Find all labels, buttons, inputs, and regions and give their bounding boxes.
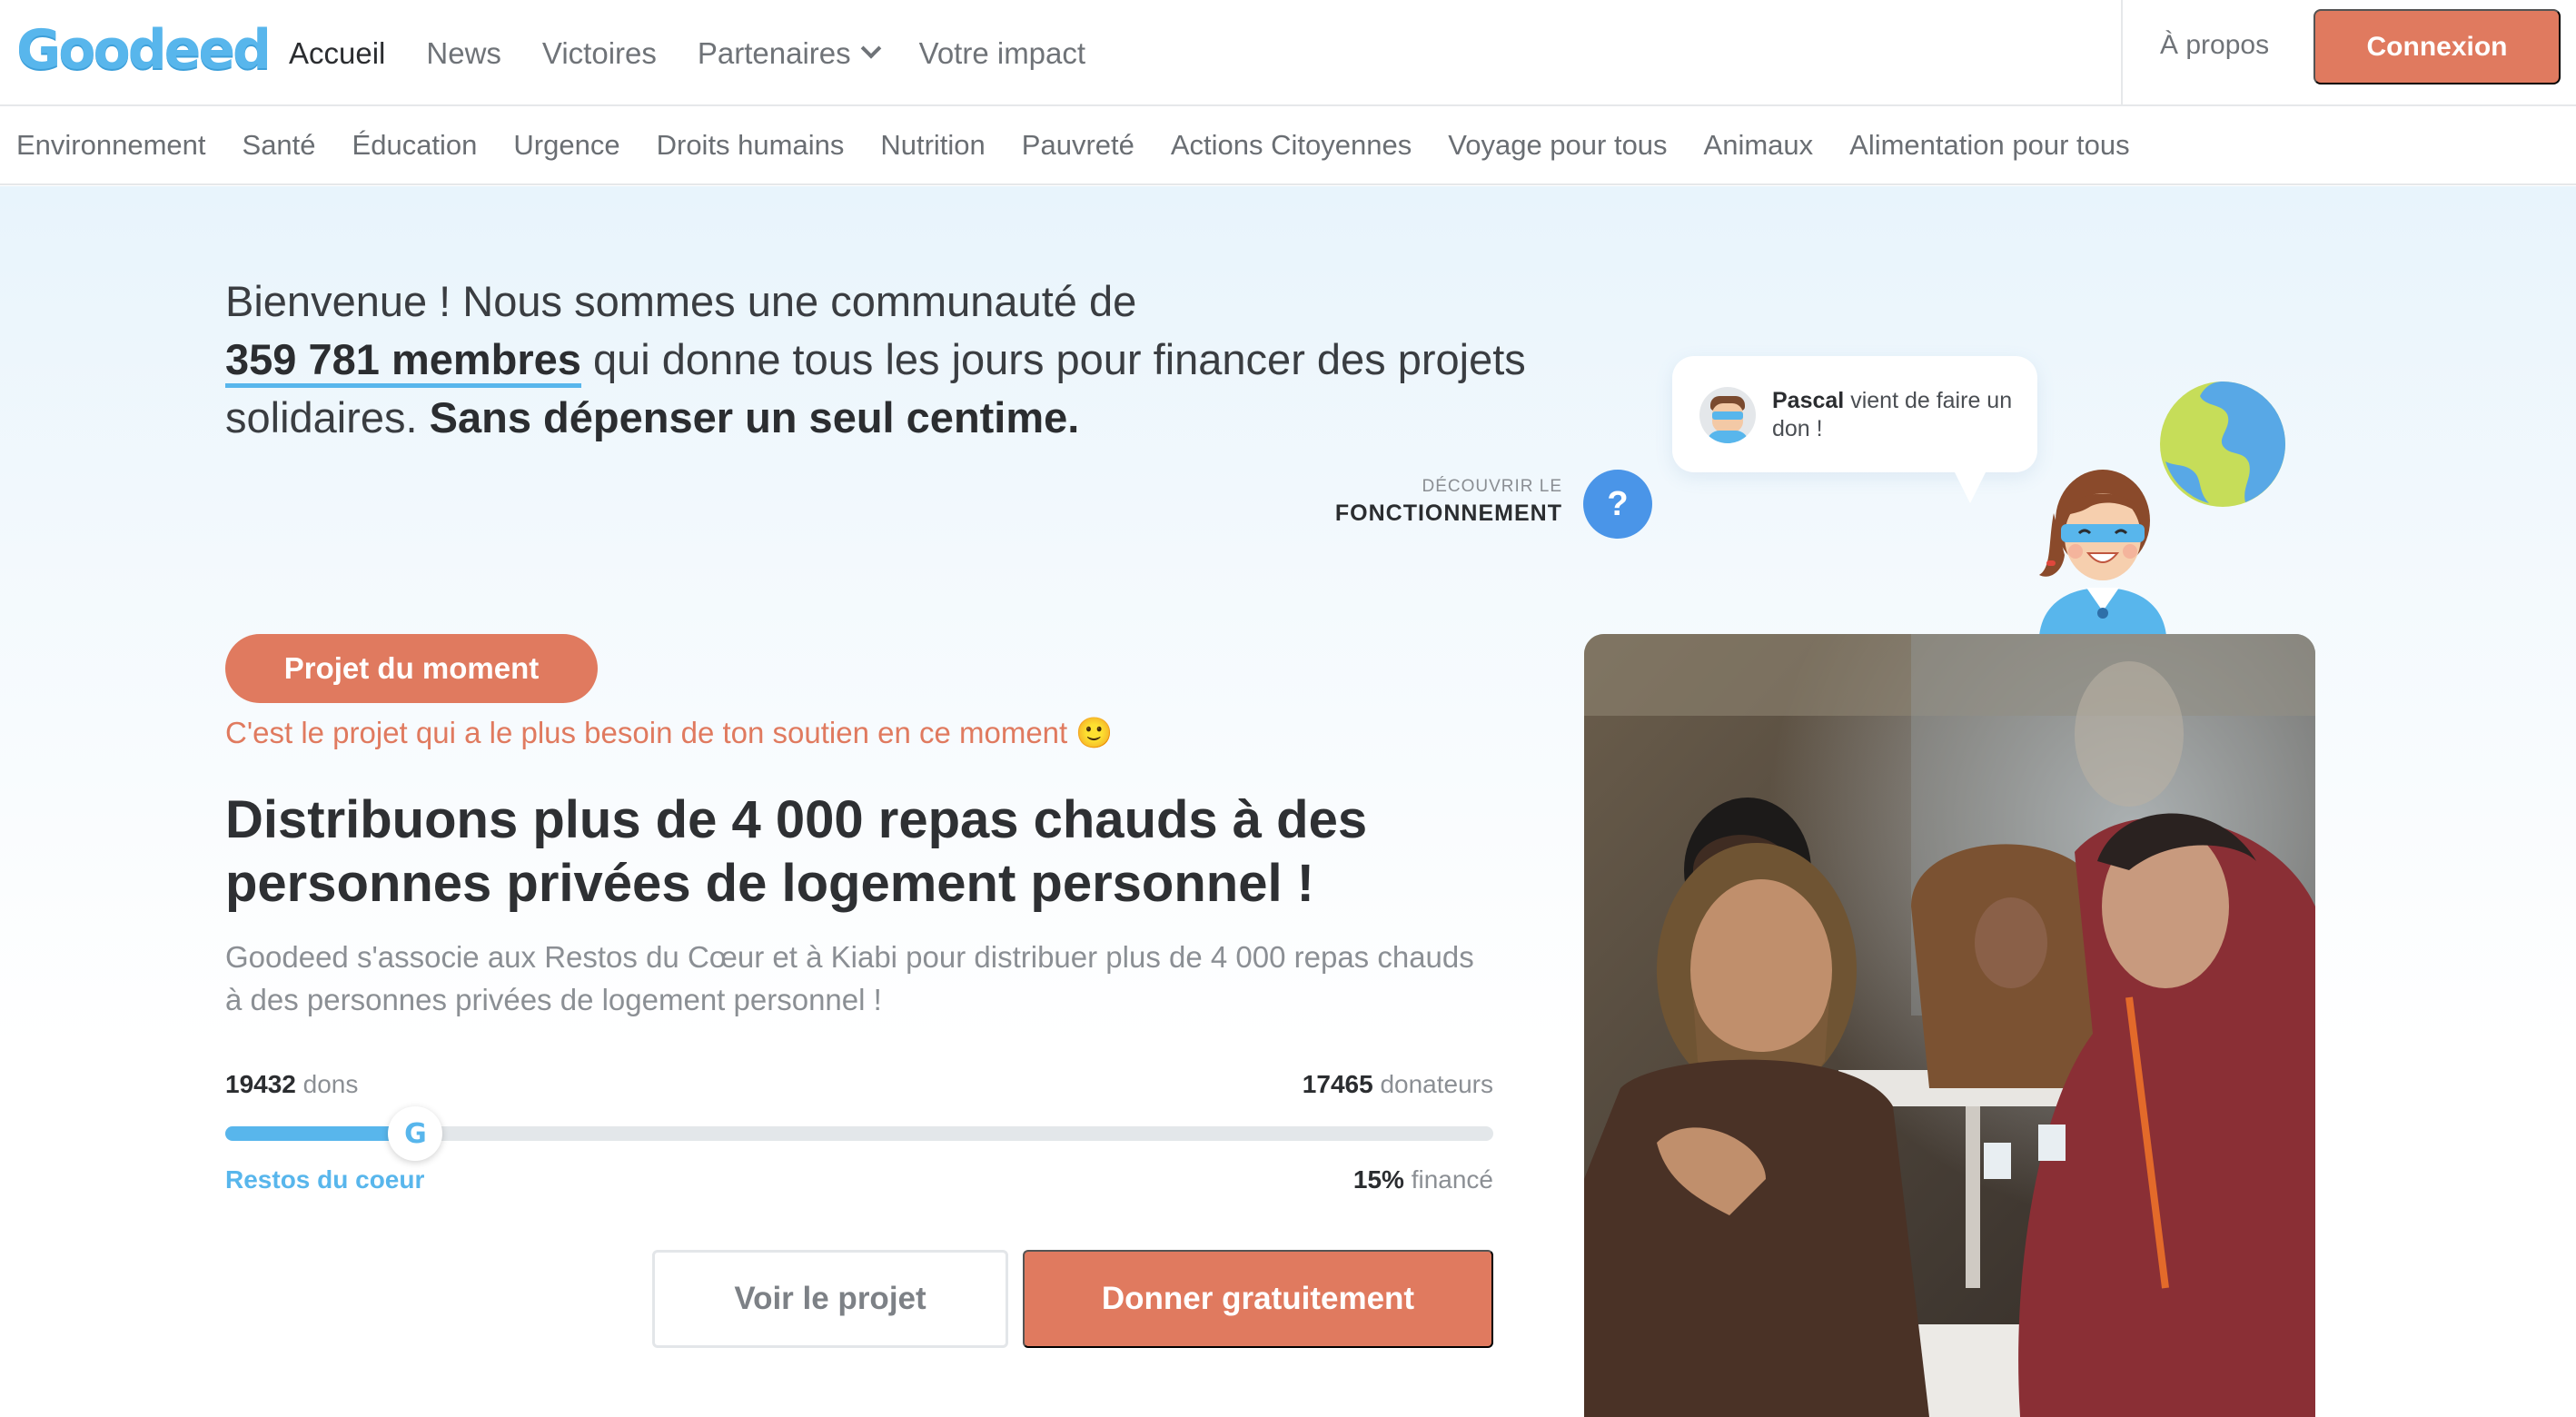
project-tagline: C'est le projet qui a le plus besoin de … <box>225 716 1114 749</box>
category-nutrition[interactable]: Nutrition <box>880 129 985 162</box>
project-title[interactable]: Distribuons plus de 4 000 repas chauds à… <box>225 788 1542 916</box>
nav-divider <box>2121 0 2123 106</box>
nav-victoires[interactable]: Victoires <box>542 36 657 71</box>
category-bar: Environnement Santé Éducation Urgence Dr… <box>0 106 2576 185</box>
nav-partenaires-label: Partenaires <box>697 35 851 70</box>
welcome-intro: Bienvenue ! Nous sommes une communauté d… <box>225 277 1137 325</box>
about-link[interactable]: À propos <box>2160 0 2269 91</box>
dons-stat: 19432 dons <box>225 1070 358 1099</box>
category-droits-humains[interactable]: Droits humains <box>657 129 845 162</box>
discover-link[interactable]: DÉCOUVRIR LE FONCTIONNEMENT <box>1308 477 1562 527</box>
login-button[interactable]: Connexion <box>2313 9 2561 84</box>
dons-count: 19432 <box>225 1070 296 1098</box>
welcome-text: Bienvenue ! Nous sommes une communauté d… <box>225 272 1542 447</box>
nav-accueil[interactable]: Accueil <box>289 36 385 71</box>
funding-progress-bar: G <box>225 1106 1493 1161</box>
funded-value: 15% <box>1352 1165 1404 1194</box>
category-voyage-pour-tous[interactable]: Voyage pour tous <box>1448 129 1667 162</box>
avatar <box>1699 387 1756 443</box>
donors-count: 17465 <box>1302 1070 1373 1098</box>
category-urgence[interactable]: Urgence <box>513 129 619 162</box>
welcome-bold: Sans dépenser un seul centime. <box>429 393 1080 441</box>
progress-fill <box>225 1126 416 1141</box>
help-icon[interactable]: ? <box>1583 470 1652 539</box>
category-animaux[interactable]: Animaux <box>1704 129 1814 162</box>
dons-label: dons <box>302 1070 359 1098</box>
notification-name: Pascal <box>1772 388 1845 413</box>
donation-notification: Pascal vient de faire un don ! <box>1672 356 2037 503</box>
chevron-down-icon <box>860 37 881 59</box>
funded-stat: 15% financé <box>1353 1165 1493 1194</box>
project-photo[interactable] <box>1584 634 2315 1417</box>
goodeed-logo[interactable]: Goodeed <box>16 18 272 82</box>
mascot-illustration <box>2039 470 2166 636</box>
main-nav: Accueil News Victoires Partenaires Votre… <box>289 0 1126 106</box>
donate-button[interactable]: Donner gratuitement <box>1023 1250 1493 1348</box>
partner-link[interactable]: Restos du coeur <box>225 1165 424 1194</box>
project-badge: Projet du moment <box>225 634 598 703</box>
project-stats: 19432 dons 17465 donateurs <box>225 1070 1493 1106</box>
nav-votre-impact[interactable]: Votre impact <box>919 36 1085 71</box>
donors-label: donateurs <box>1380 1070 1493 1098</box>
donors-stat: 17465 donateurs <box>1303 1070 1493 1099</box>
project-description: Goodeed s'associe aux Restos du Cœur et … <box>225 940 1474 1016</box>
category-sante[interactable]: Santé <box>243 129 316 162</box>
members-count: 359 781 membres <box>225 335 581 388</box>
discover-big: FONCTIONNEMENT <box>1334 500 1562 526</box>
nav-news[interactable]: News <box>426 36 501 71</box>
category-environnement[interactable]: Environnement <box>16 129 206 162</box>
partner-row: Restos du coeur 15% financé <box>225 1165 1493 1202</box>
category-actions-citoyennes[interactable]: Actions Citoyennes <box>1171 129 1412 162</box>
category-alimentation-pour-tous[interactable]: Alimentation pour tous <box>1849 129 2129 162</box>
notification-text: Pascal vient de faire un don ! <box>1772 387 2026 443</box>
funded-label: financé <box>1411 1165 1493 1194</box>
top-navigation: Goodeed Accueil News Victoires Partenair… <box>0 0 2576 106</box>
category-pauvrete[interactable]: Pauvreté <box>1022 129 1134 162</box>
view-project-button[interactable]: Voir le projet <box>652 1250 1008 1348</box>
category-education[interactable]: Éducation <box>352 129 478 162</box>
goodeed-g-icon: G <box>388 1106 443 1161</box>
discover-small: DÉCOUVRIR LE <box>1422 477 1562 496</box>
nav-partenaires[interactable]: Partenaires <box>697 35 881 71</box>
project-photo-image <box>1584 634 2315 1417</box>
